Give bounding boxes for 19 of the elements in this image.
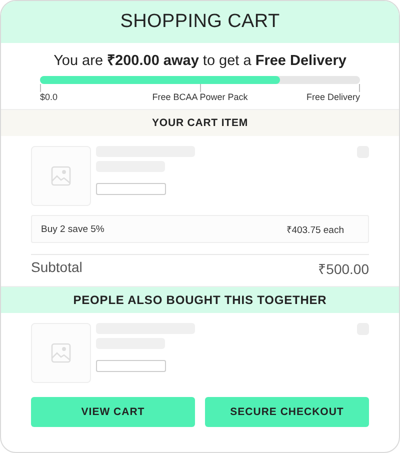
cart-title: SHOPPING CART (1, 1, 399, 43)
subtotal-label: Subtotal (31, 259, 82, 277)
cart-button[interactable]: VIEW CART (31, 397, 195, 427)
image-icon (51, 343, 71, 363)
subtotal-value: ₹500.00 (318, 260, 369, 278)
milestone-label: Free Delivery (306, 92, 360, 102)
cart-button[interactable]: SECURE CHECKOUT (205, 397, 369, 427)
image-icon (51, 166, 71, 186)
milestone-label: Free BCAA Power Pack (152, 92, 248, 102)
offer-price: ₹403.75 each (286, 224, 344, 236)
milestone-label: $0.0 (40, 92, 58, 102)
delivery-message: You are ₹200.00 away to get a Free Delivery (52, 52, 348, 69)
milestone-tick (359, 84, 360, 92)
section-heading: YOUR CART ITEM (1, 109, 399, 136)
offer-label: Buy 2 save 5% (41, 224, 104, 234)
skeleton-field (96, 183, 166, 195)
milestone-tick (40, 84, 41, 92)
section-heading: PEOPLE ALSO BOUGHT THIS TOGETHER (1, 286, 399, 313)
skeleton-field (96, 360, 166, 372)
